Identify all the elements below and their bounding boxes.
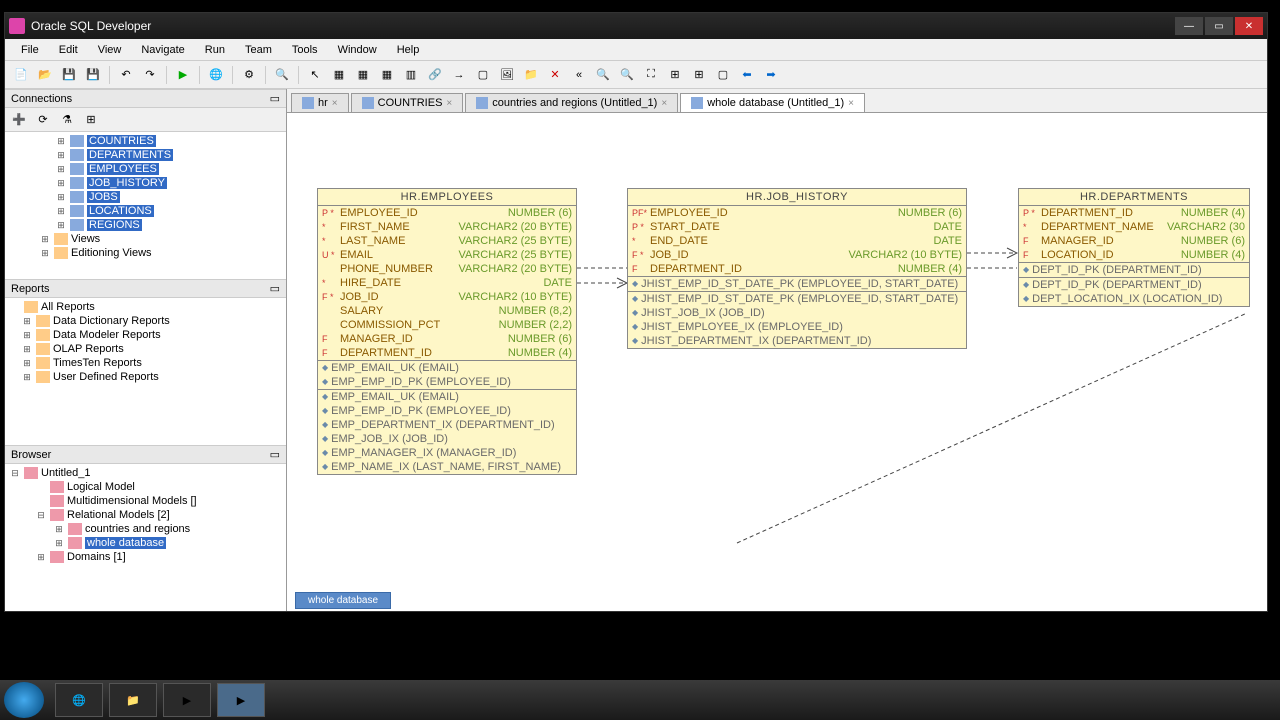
app-title: Oracle SQL Developer [31, 19, 1175, 33]
close-button[interactable]: ✕ [1235, 17, 1263, 35]
open-icon[interactable]: 📂 [35, 65, 55, 85]
entity-title: HR.JOB_HISTORY [628, 189, 966, 206]
entity-employees[interactable]: HR.EMPLOYEES P *EMPLOYEE_IDNUMBER (6)*FI… [317, 188, 577, 475]
connections-toolbar: ➕ ⟳ ⚗ ⊞ [5, 108, 286, 132]
menu-run[interactable]: Run [195, 42, 235, 58]
minimize-button[interactable]: — [1175, 17, 1203, 35]
filter-icon[interactable]: ⚗ [57, 110, 77, 130]
browser-header: Browser▭ [5, 445, 286, 464]
panel-min-icon[interactable]: ▭ [270, 448, 280, 461]
connections-header: Connections▭ [5, 89, 286, 108]
nav-icon[interactable]: 🌐 [206, 65, 226, 85]
menu-tools[interactable]: Tools [282, 42, 328, 58]
redo-icon[interactable]: ↷ [140, 65, 160, 85]
app-icon [9, 18, 25, 34]
close-icon[interactable]: × [446, 98, 452, 109]
entity-title: HR.DEPARTMENTS [1019, 189, 1249, 206]
split-icon[interactable]: ▥ [401, 65, 421, 85]
app-window: Oracle SQL Developer — ▭ ✕ File Edit Vie… [4, 12, 1268, 612]
tab-hr[interactable]: hr× [291, 93, 349, 112]
link-icon[interactable]: 🔗 [425, 65, 445, 85]
menu-edit[interactable]: Edit [49, 42, 88, 58]
menubar: File Edit View Navigate Run Team Tools W… [5, 39, 1267, 61]
menu-team[interactable]: Team [235, 42, 282, 58]
search-icon[interactable]: 🔍 [272, 65, 292, 85]
titlebar: Oracle SQL Developer — ▭ ✕ [5, 13, 1267, 39]
menu-view[interactable]: View [88, 42, 132, 58]
taskbar-app[interactable]: ▶ [217, 683, 265, 717]
zoom-out-icon[interactable]: 🔍 [617, 65, 637, 85]
reports-header: Reports▭ [5, 279, 286, 298]
connections-tree[interactable]: ⊞COUNTRIES ⊞DEPARTMENTS ⊞EMPLOYEES ⊞JOB_… [5, 132, 286, 279]
fit-icon[interactable]: ⛶ [641, 65, 661, 85]
forward-icon[interactable]: ➡ [761, 65, 781, 85]
save-all-icon[interactable]: 💾 [83, 65, 103, 85]
tool-icon[interactable]: ⚙ [239, 65, 259, 85]
entity-departments[interactable]: HR.DEPARTMENTS P *DEPARTMENT_IDNUMBER (4… [1018, 188, 1250, 307]
taskbar-chrome[interactable]: 🌐 [55, 683, 103, 717]
diagram-canvas[interactable]: HR.EMPLOYEES P *EMPLOYEE_IDNUMBER (6)*FI… [287, 113, 1267, 611]
layout3-icon[interactable]: ▢ [713, 65, 733, 85]
note-icon[interactable]: ▢ [473, 65, 493, 85]
expand-icon[interactable]: ⊞ [81, 110, 101, 130]
refresh-icon[interactable]: ⟳ [33, 110, 53, 130]
taskbar-media[interactable]: ▶ [163, 683, 211, 717]
tab-countries[interactable]: COUNTRIES× [351, 93, 464, 112]
cursor-icon[interactable]: ↖ [305, 65, 325, 85]
reports-tree[interactable]: All Reports ⊞Data Dictionary Reports ⊞Da… [5, 298, 286, 445]
zoom-in-icon[interactable]: 🔍 [593, 65, 613, 85]
run-icon[interactable]: ▶ [173, 65, 193, 85]
taskbar: 🌐 📁 ▶ ▶ [0, 680, 1280, 720]
menu-window[interactable]: Window [328, 42, 387, 58]
panel-min-icon[interactable]: ▭ [270, 282, 280, 295]
grid-icon[interactable]: ▦ [329, 65, 349, 85]
menu-help[interactable]: Help [387, 42, 430, 58]
table-icon[interactable]: ▦ [353, 65, 373, 85]
close-icon[interactable]: × [332, 98, 338, 109]
taskbar-explorer[interactable]: 📁 [109, 683, 157, 717]
start-button[interactable] [4, 682, 44, 718]
back-icon[interactable]: ⬅ [737, 65, 757, 85]
layout2-icon[interactable]: ⊞ [689, 65, 709, 85]
subview-tab[interactable]: whole database [295, 592, 391, 609]
close-icon[interactable]: × [661, 98, 667, 109]
first-icon[interactable]: « [569, 65, 589, 85]
new-icon[interactable]: 📄 [11, 65, 31, 85]
folder-icon[interactable]: 📁 [521, 65, 541, 85]
arrow-icon[interactable]: → [449, 65, 469, 85]
delete-icon[interactable]: ✕ [545, 65, 565, 85]
save-icon[interactable]: 💾 [59, 65, 79, 85]
add-connection-icon[interactable]: ➕ [9, 110, 29, 130]
main-toolbar: 📄 📂 💾 💾 ↶ ↷ ▶ 🌐 ⚙ 🔍 ↖ ▦ ▦ ▦ ▥ 🔗 → ▢ 🖼 📁 … [5, 61, 1267, 89]
menu-navigate[interactable]: Navigate [131, 42, 194, 58]
maximize-button[interactable]: ▭ [1205, 17, 1233, 35]
browser-tree[interactable]: ⊟Untitled_1 Logical Model Multidimension… [5, 464, 286, 611]
tab-whole-database[interactable]: whole database (Untitled_1)× [680, 93, 865, 112]
layout-icon[interactable]: ⊞ [665, 65, 685, 85]
image-icon[interactable]: 🖼 [497, 65, 517, 85]
close-icon[interactable]: × [848, 98, 854, 109]
view-icon[interactable]: ▦ [377, 65, 397, 85]
entity-title: HR.EMPLOYEES [318, 189, 576, 206]
tab-countries-regions[interactable]: countries and regions (Untitled_1)× [465, 93, 678, 112]
editor-tabs: hr× COUNTRIES× countries and regions (Un… [287, 89, 1267, 113]
entity-job-history[interactable]: HR.JOB_HISTORY PF*EMPLOYEE_IDNUMBER (6)P… [627, 188, 967, 349]
undo-icon[interactable]: ↶ [116, 65, 136, 85]
panel-min-icon[interactable]: ▭ [270, 92, 280, 105]
menu-file[interactable]: File [11, 42, 49, 58]
